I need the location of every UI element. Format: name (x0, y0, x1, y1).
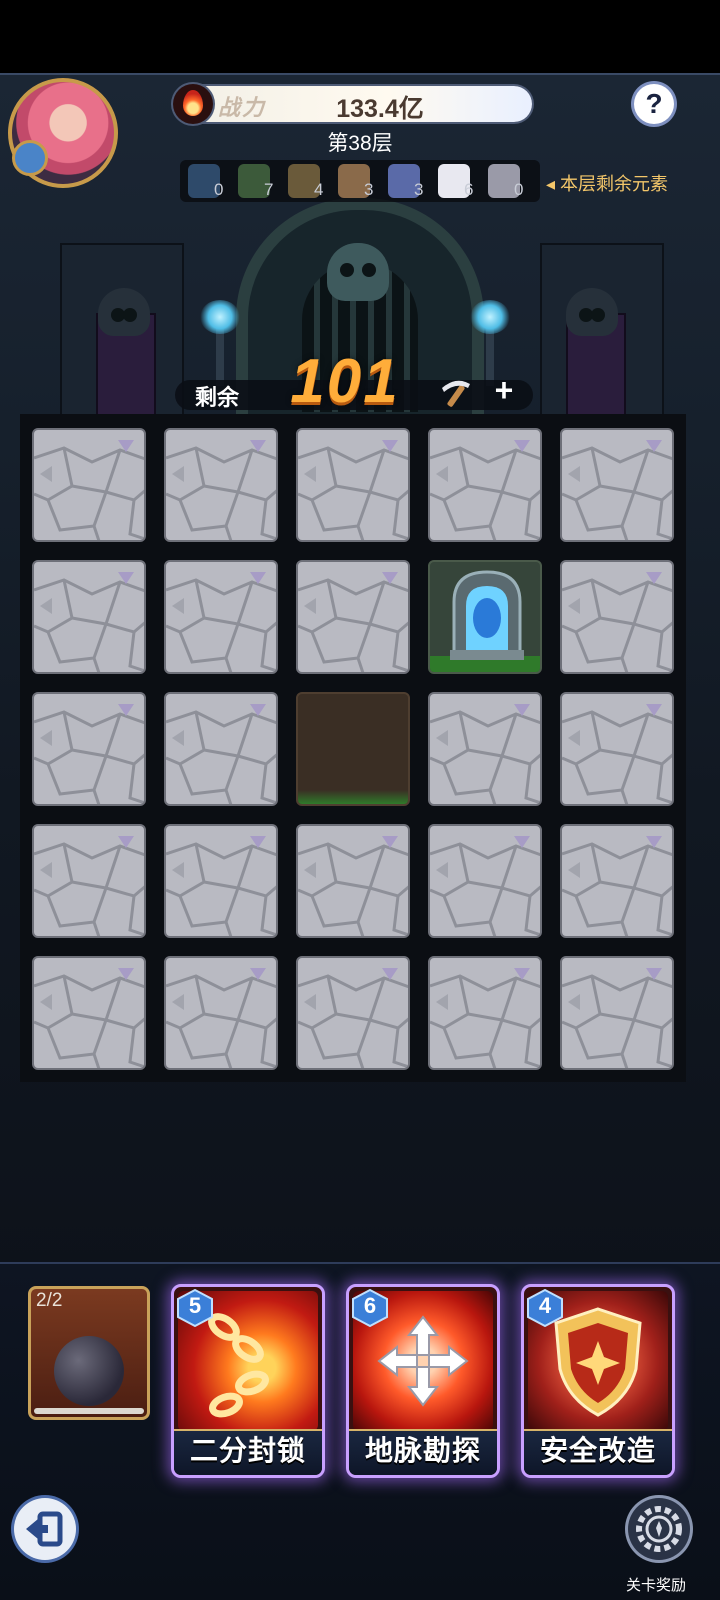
element-count: 3 (364, 180, 374, 199)
exit-button[interactable] (14, 1498, 76, 1560)
stone-tile[interactable] (32, 428, 146, 542)
remaining-label: 剩余 (195, 385, 240, 410)
header-divider (0, 73, 720, 75)
stone-tile[interactable] (296, 824, 410, 938)
stone-tile[interactable] (428, 692, 542, 806)
stone-tile[interactable] (560, 428, 674, 542)
bomb-charge-bar (34, 1408, 144, 1414)
skill-cost-badge: 5 (176, 1288, 214, 1328)
remaining-elements-hint: ◂ 本层剩余元素 (546, 174, 669, 194)
stone-tile[interactable] (296, 560, 410, 674)
stone-tile[interactable] (428, 824, 542, 938)
left-skull-icon (98, 288, 150, 336)
fire-icon (173, 84, 213, 124)
status-area (0, 0, 720, 73)
skill-cost: 5 (188, 1293, 202, 1318)
skill-name: 地脉勘探 (364, 1435, 481, 1466)
skill-cost: 4 (538, 1293, 552, 1318)
bomb-icon (54, 1336, 124, 1406)
skill-cost: 6 (363, 1293, 377, 1318)
stone-tile[interactable] (164, 692, 278, 806)
right-skull-icon (566, 288, 618, 336)
exit-icon (26, 1511, 63, 1547)
element-item: 6 (434, 162, 478, 202)
element-count: 3 (414, 180, 424, 199)
skill-card-ley-survey[interactable]: 6 地脉勘探 (346, 1284, 500, 1478)
skill-card-binary-lock[interactable]: 5 二分封锁 (171, 1284, 325, 1478)
element-count: 7 (264, 180, 274, 199)
stone-tile[interactable] (164, 560, 278, 674)
left-torch-icon (192, 300, 248, 386)
element-item: 0 (484, 162, 528, 202)
stone-tile[interactable] (560, 956, 674, 1070)
gear-icon (636, 1506, 682, 1552)
level-rewards-button[interactable] (628, 1498, 690, 1560)
stone-tile[interactable] (32, 692, 146, 806)
stone-tile[interactable] (164, 824, 278, 938)
remaining-count: 101 (290, 347, 400, 416)
element-item: 4 (284, 162, 328, 202)
stone-tile[interactable] (428, 956, 542, 1070)
floor-label: 第38层 (327, 132, 393, 155)
combat-power-label: 战力 (218, 95, 267, 120)
stone-tile[interactable] (296, 428, 410, 542)
add-digs-button[interactable]: + (488, 374, 520, 406)
element-item: 7 (234, 162, 278, 202)
element-item: 3 (334, 162, 378, 202)
element-count: 4 (314, 180, 324, 199)
bomb-count: 2/2 (36, 1290, 63, 1311)
stone-tile[interactable] (428, 428, 542, 542)
stone-tile[interactable] (296, 956, 410, 1070)
skill-name: 二分封锁 (189, 1435, 306, 1466)
skill-cost-badge: 4 (526, 1288, 564, 1328)
skills-panel-divider (0, 1262, 720, 1264)
stone-tile[interactable] (560, 560, 674, 674)
dug-tile (296, 692, 410, 806)
help-button[interactable]: ? (634, 84, 674, 124)
element-count: 0 (514, 180, 524, 199)
stone-tile[interactable] (560, 824, 674, 938)
stone-tile[interactable] (32, 560, 146, 674)
skill-cost-badge: 6 (351, 1288, 389, 1328)
stone-tile[interactable] (164, 428, 278, 542)
combat-power-value: 133.4亿 (336, 95, 424, 123)
stone-tile[interactable] (560, 692, 674, 806)
element-count: 0 (214, 180, 224, 199)
element-item: 3 (384, 162, 428, 202)
gate-skull-icon (327, 243, 389, 301)
portal-tile[interactable] (428, 560, 542, 674)
avatar-badge-icon (12, 140, 48, 176)
pickaxe-icon (438, 376, 474, 410)
skill-name: 安全改造 (539, 1435, 656, 1466)
element-count: 6 (464, 180, 474, 199)
element-item: 0 (184, 162, 228, 202)
stone-tile[interactable] (32, 956, 146, 1070)
level-rewards-label: 关卡奖励 (626, 1577, 687, 1594)
skill-card-safe-rebuild[interactable]: 4 安全改造 (521, 1284, 675, 1478)
stone-tile[interactable] (32, 824, 146, 938)
stone-tile[interactable] (164, 956, 278, 1070)
right-torch-icon (462, 300, 518, 386)
